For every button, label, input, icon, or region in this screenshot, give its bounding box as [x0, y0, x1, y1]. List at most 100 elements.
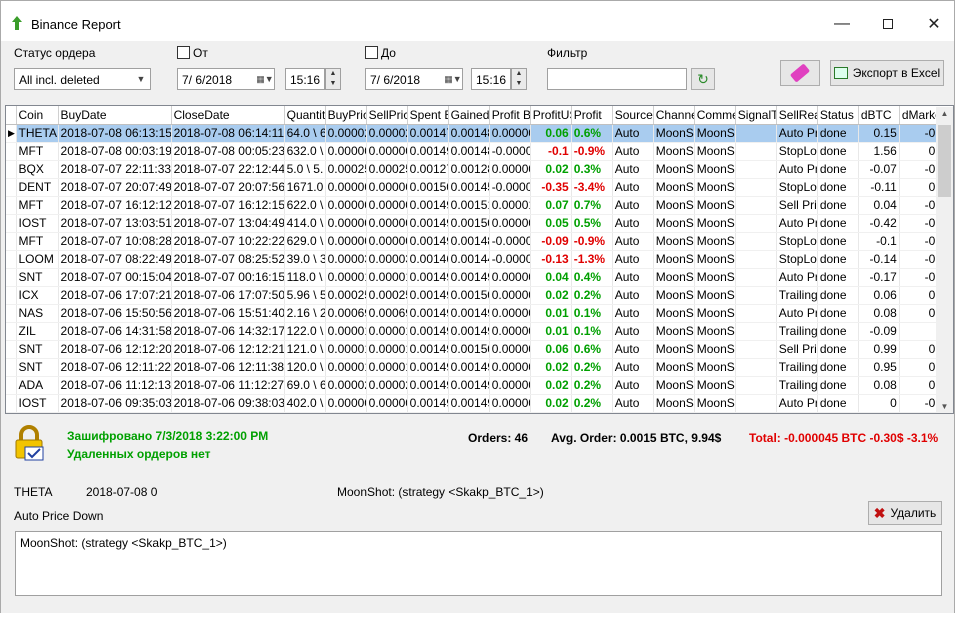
table-row[interactable]: IOST 2018-07-06 09:35:03 2018-07-06 09:38:… [6, 394, 953, 413]
column-header[interactable]: Status [817, 106, 859, 125]
table-cell: 2018-07-06 09:38:03 [171, 394, 285, 413]
column-header[interactable]: Commer [694, 106, 736, 125]
status-select[interactable]: All incl. deleted ▼ [14, 68, 151, 90]
table-cell: 0.00148 [448, 142, 490, 161]
table-cell: Auto [612, 160, 654, 179]
table-cell: 2018-07-07 10:22:22 [171, 232, 285, 251]
scroll-down-icon[interactable]: ▼ [936, 402, 953, 411]
delete-button[interactable]: ✖ Удалить [868, 501, 942, 525]
table-cell [735, 214, 777, 233]
table-row[interactable]: SNT 2018-07-06 12:11:22 2018-07-06 12:11:3… [6, 358, 953, 377]
status-select-value: All incl. deleted [19, 73, 100, 87]
table-cell: 0.00003 [325, 250, 367, 269]
maximize-button[interactable] [865, 9, 911, 39]
table-cell: -0.35 [530, 178, 572, 197]
row-indicator[interactable] [6, 304, 17, 323]
table-row[interactable]: SNT 2018-07-06 12:12:20 2018-07-06 12:12:2… [6, 340, 953, 359]
column-header[interactable]: SignalTy [735, 106, 777, 125]
table-cell: 402.0 \ [284, 394, 326, 413]
from-date-picker[interactable]: 7/ 6/2018 ▦▼ [177, 68, 275, 90]
row-pointer-icon[interactable]: ▶ [6, 124, 17, 143]
column-header[interactable]: CloseDate [171, 106, 285, 125]
table-row[interactable]: ZIL 2018-07-06 14:31:58 2018-07-06 14:32:1… [6, 322, 953, 341]
table-row[interactable]: DENT 2018-07-07 20:07:49 2018-07-07 20:07:… [6, 178, 953, 197]
clear-button[interactable] [780, 60, 820, 86]
table-row[interactable]: MFT 2018-07-07 10:08:28 2018-07-07 10:22:2… [6, 232, 953, 251]
table-row[interactable]: ICX 2018-07-06 17:07:21 2018-07-06 17:07:5… [6, 286, 953, 305]
row-indicator[interactable] [6, 340, 17, 359]
row-indicator[interactable] [6, 358, 17, 377]
filter-input[interactable] [547, 68, 687, 90]
column-header[interactable]: Spent B [407, 106, 449, 125]
table-row[interactable]: LOOM 2018-07-07 08:22:49 2018-07-07 08:25:… [6, 250, 953, 269]
column-header[interactable]: SellPrice [366, 106, 408, 125]
table-row[interactable]: NAS 2018-07-06 15:50:56 2018-07-06 15:51:4… [6, 304, 953, 323]
table-cell: MoonSh [694, 214, 736, 233]
column-header[interactable]: BuyDate [58, 106, 172, 125]
scroll-thumb[interactable] [938, 125, 951, 197]
column-header[interactable]: Profit B [489, 106, 531, 125]
row-indicator[interactable] [6, 322, 17, 341]
column-header[interactable]: Channe [653, 106, 695, 125]
close-button[interactable]: ✕ [911, 9, 957, 39]
notes-memo[interactable]: MoonShot: (strategy <Skakp_BTC_1>) [15, 531, 942, 596]
column-header[interactable]: dBTC [858, 106, 900, 125]
orders-table[interactable]: CoinBuyDateCloseDateQuantitBuyPriceSellP… [5, 105, 954, 414]
column-header[interactable]: BuyPrice [325, 106, 367, 125]
table-cell [735, 124, 777, 143]
row-indicator[interactable] [6, 142, 17, 161]
table-cell: 0.00149 [448, 268, 490, 287]
table-cell: Auto [612, 358, 654, 377]
from-time-input[interactable]: 15:16 [285, 68, 325, 90]
table-cell: Auto [612, 304, 654, 323]
from-checkbox[interactable] [177, 46, 190, 59]
column-header[interactable]: Profit [571, 106, 613, 125]
row-indicator[interactable] [6, 286, 17, 305]
row-indicator[interactable] [6, 250, 17, 269]
row-indicator[interactable] [6, 376, 17, 395]
table-cell: 0.00147 [407, 124, 449, 143]
scroll-up-icon[interactable]: ▲ [936, 107, 953, 118]
minimize-button[interactable]: — [819, 9, 865, 39]
table-row[interactable]: MFT 2018-07-08 00:03:19 2018-07-08 00:05:2… [6, 142, 953, 161]
row-indicator[interactable] [6, 232, 17, 251]
row-indicator[interactable] [6, 196, 17, 215]
table-cell: 0.04 [530, 268, 572, 287]
table-scrollbar[interactable]: ▲ ▼ [936, 107, 953, 413]
table-cell: 122.0 \ [284, 322, 326, 341]
column-header[interactable]: Quantit [284, 106, 326, 125]
to-date-picker[interactable]: 7/ 6/2018 ▦▼ [365, 68, 463, 90]
table-row[interactable]: SNT 2018-07-07 00:15:04 2018-07-07 00:16:1… [6, 268, 953, 287]
row-indicator[interactable] [6, 394, 17, 413]
to-time-input[interactable]: 15:16 [471, 68, 511, 90]
column-header[interactable]: Gained B [448, 106, 490, 125]
column-header[interactable]: ProfitUS [530, 106, 572, 125]
column-header[interactable]: Coin [16, 106, 59, 125]
table-cell: MoonSh [694, 142, 736, 161]
table-cell: 0.01 [530, 322, 572, 341]
to-checkbox[interactable] [365, 46, 378, 59]
to-time-spinner[interactable]: ▲ ▼ [511, 68, 527, 90]
refresh-button[interactable]: ↻ [691, 68, 715, 90]
table-cell: 0.02 [530, 358, 572, 377]
row-indicator[interactable] [6, 160, 17, 179]
filter-label: Фильтр [547, 46, 588, 60]
from-time-spinner[interactable]: ▲ ▼ [325, 68, 341, 90]
row-indicator[interactable] [6, 178, 17, 197]
row-indicator[interactable] [6, 268, 17, 287]
table-cell: 2018-07-06 15:51:40 [171, 304, 285, 323]
column-header[interactable]: SellReas [776, 106, 818, 125]
table-cell: MoonSh [653, 160, 695, 179]
row-indicator[interactable] [6, 214, 17, 233]
table-row[interactable]: MFT 2018-07-07 16:12:12 2018-07-07 16:12:1… [6, 196, 953, 215]
export-excel-button[interactable]: Экспорт в Excel [830, 60, 944, 86]
table-cell: done [817, 286, 859, 305]
column-header[interactable]: Source [612, 106, 654, 125]
table-row[interactable]: ADA 2018-07-06 11:12:13 2018-07-06 11:12:2… [6, 376, 953, 395]
table-row[interactable]: IOST 2018-07-07 13:03:51 2018-07-07 13:04:… [6, 214, 953, 233]
table-cell: 0.3% [571, 160, 613, 179]
table-cell: -0.0000 [489, 250, 531, 269]
table-cell: 0.00000 [366, 394, 408, 413]
table-row[interactable]: ▶ THETA 2018-07-08 06:13:15 2018-07-08 06:1… [6, 124, 953, 143]
table-row[interactable]: BQX 2018-07-07 22:11:33 2018-07-07 22:12:4… [6, 160, 953, 179]
